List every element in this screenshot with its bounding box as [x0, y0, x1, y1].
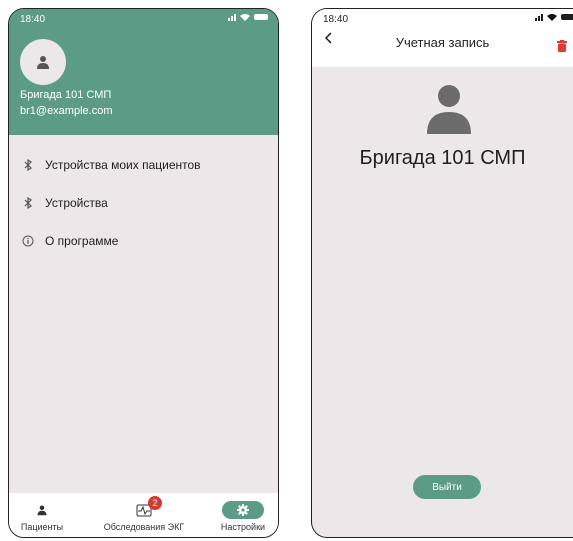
tab-patients[interactable]: Пациенты	[19, 493, 65, 537]
signal-icon	[535, 13, 543, 21]
gear-icon	[237, 504, 249, 516]
drawer-header: 18:40 Бригада 101 СМП br1@example.com	[9, 9, 278, 135]
person-icon	[36, 502, 48, 518]
status-time: 18:40	[323, 14, 349, 25]
app-bar: 18:40 Учетная запись	[312, 9, 573, 67]
status-icons	[535, 13, 573, 21]
notification-badge: 2	[148, 496, 162, 510]
bottom-navigation: Пациенты 2 Обследования ЭКГ Настройки	[9, 493, 278, 537]
menu-item-patient-devices[interactable]: Устройства моих пациентов	[9, 150, 278, 180]
status-time: 18:40	[20, 14, 46, 25]
person-icon	[37, 56, 49, 69]
wifi-icon	[547, 14, 557, 21]
drawer-user-email: br1@example.com	[20, 105, 113, 117]
battery-icon	[254, 14, 268, 20]
drawer-user-name: Бригада 101 СМП	[20, 89, 112, 101]
delete-button[interactable]	[557, 39, 567, 57]
signal-icon	[228, 13, 236, 21]
bluetooth-icon	[21, 197, 35, 209]
tab-label: Пациенты	[20, 522, 64, 532]
tab-label: Настройки	[220, 522, 266, 532]
tab-label: Обследования ЭКГ	[103, 522, 185, 532]
wifi-icon	[240, 14, 250, 21]
status-bar: 18:40	[312, 9, 573, 29]
menu-item-devices[interactable]: Устройства	[9, 188, 278, 218]
right-phone-screen: 18:40 Учетная запись Бригада 101 СМП Вый…	[311, 8, 573, 538]
logout-button[interactable]: Выйти	[413, 475, 481, 499]
status-bar: 18:40	[9, 9, 278, 29]
person-icon	[427, 85, 471, 134]
left-phone-screen: 18:40 Бригада 101 СМП br1@example.com Ус…	[8, 8, 279, 538]
ecg-icon: 2	[136, 496, 162, 518]
menu-item-label: О программе	[45, 234, 119, 248]
status-icons	[228, 13, 268, 21]
trash-icon	[557, 40, 567, 52]
tab-ecg[interactable]: 2 Обследования ЭКГ	[99, 493, 189, 537]
tab-settings[interactable]: Настройки	[215, 493, 271, 537]
menu-item-label: Устройства	[45, 196, 108, 210]
info-icon	[21, 235, 35, 247]
battery-icon	[561, 14, 573, 20]
menu-item-about[interactable]: О программе	[9, 226, 278, 256]
avatar	[425, 84, 473, 139]
bluetooth-icon	[21, 159, 35, 171]
avatar[interactable]	[20, 39, 66, 85]
account-name: Бригада 101 СМП	[359, 147, 526, 169]
active-tab-indicator	[222, 501, 264, 519]
menu-item-label: Устройства моих пациентов	[45, 158, 201, 172]
page-title: Учетная запись	[395, 35, 490, 50]
